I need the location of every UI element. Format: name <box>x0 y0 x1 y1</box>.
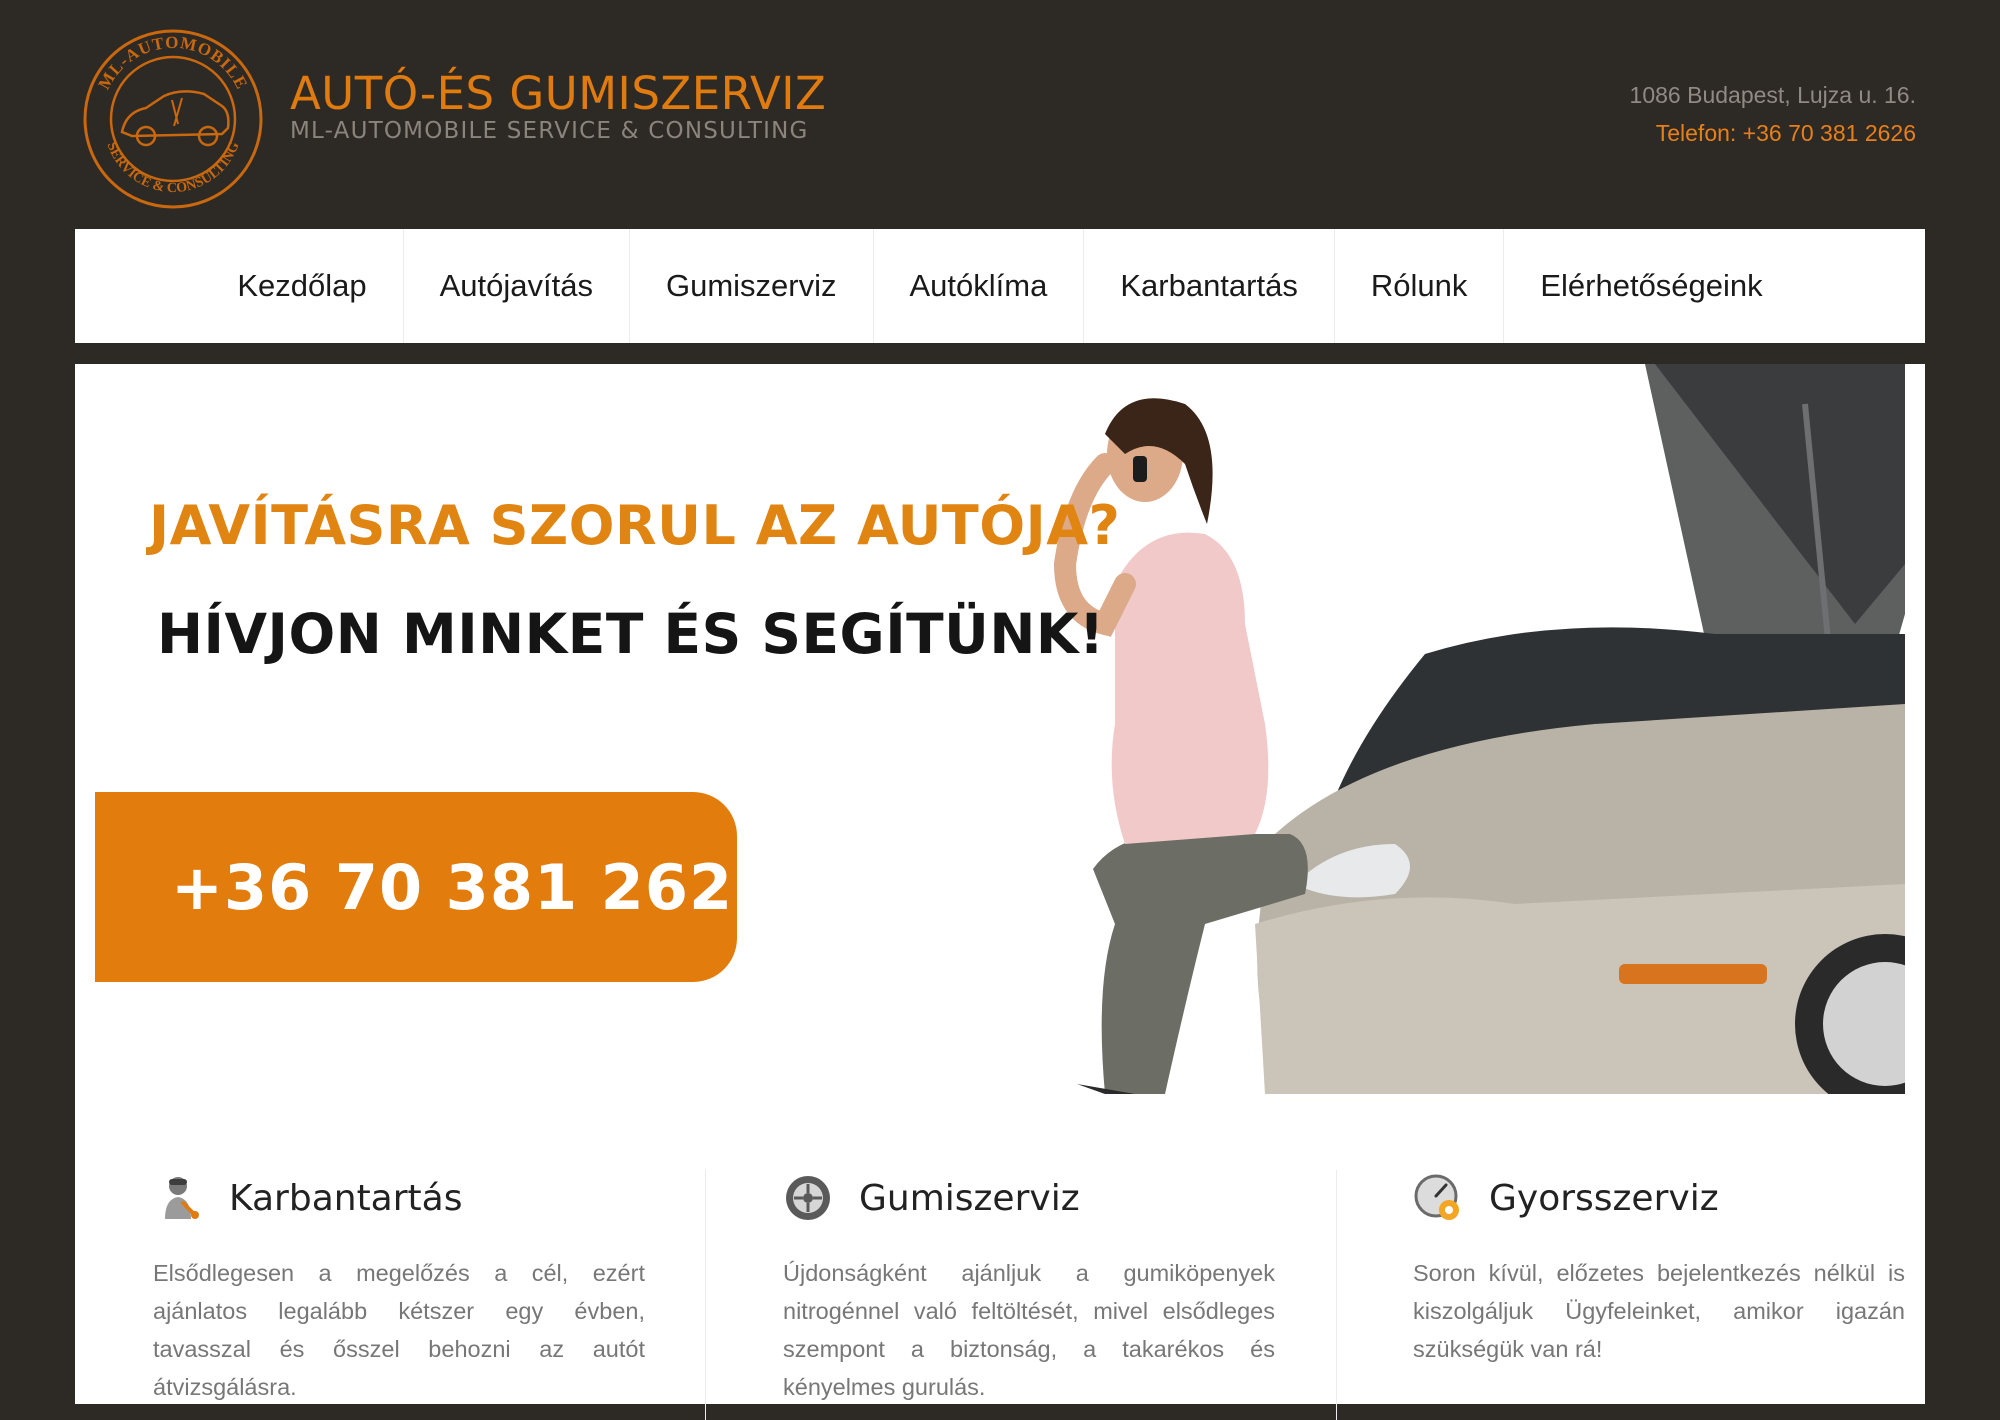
feature-header: Gyorsszerviz <box>1413 1170 1905 1226</box>
site-title[interactable]: AUTÓ-ÉS GUMISZERVIZ <box>290 68 826 120</box>
speedometer-icon <box>1414 1174 1459 1220</box>
feature-divider <box>1336 1170 1337 1420</box>
features-section: Karbantartás Elsődlegesen a megelőzés a … <box>75 1170 1925 1420</box>
feature-card: Gyorsszerviz Soron kívül, előzetes bejel… <box>1413 1170 1905 1368</box>
feature-text: Újdonságként ajánljuk a gumiköpenyek nit… <box>783 1260 1275 1400</box>
feature-card: Gumiszerviz Újdonságként ajánljuk a gumi… <box>783 1170 1275 1406</box>
main-content: JAVÍTÁSRA SZORUL AZ AUTÓJA? HÍVJON MINKE… <box>75 364 1925 1420</box>
main-nav: Kezdőlap Autójavítás Gumiszerviz Autóklí… <box>75 229 1925 343</box>
hero-headline: JAVÍTÁSRA SZORUL AZ AUTÓJA? <box>149 494 1121 557</box>
site-header: ML-AUTOMOBILE SERVICE & CONSULTING AUTÓ-… <box>0 0 2000 228</box>
nav-item-kezdolap[interactable]: Kezdőlap <box>201 229 402 343</box>
address-text: 1086 Budapest, Lujza u. 16. <box>1629 82 1916 108</box>
site-branding: AUTÓ-ÉS GUMISZERVIZ ML-AUTOMOBILE SERVIC… <box>290 68 826 146</box>
hero-image <box>1053 364 1905 1094</box>
nav-item-autojavitas[interactable]: Autójavítás <box>402 229 629 343</box>
svg-text:SERVICE & CONSULTING: SERVICE & CONSULTING <box>103 140 242 196</box>
feature-title: Karbantartás <box>229 1177 463 1219</box>
header-contact: 1086 Budapest, Lujza u. 16. Telefon: +36… <box>1630 76 1916 152</box>
feature-text: Elsődlegesen a megelőzés a cél, ezért aj… <box>153 1260 645 1400</box>
nav-item-elerhetosegeink[interactable]: Elérhetőségeink <box>1503 229 1798 343</box>
site-subtitle: ML-AUTOMOBILE SERVICE & CONSULTING <box>290 118 809 144</box>
feature-divider <box>705 1170 706 1420</box>
feature-header: Gumiszerviz <box>783 1170 1275 1226</box>
feature-card: Karbantartás Elsődlegesen a megelőzés a … <box>153 1170 645 1406</box>
mechanic-icon <box>165 1177 199 1219</box>
nav-item-karbantartas[interactable]: Karbantartás <box>1083 229 1334 343</box>
phone-text[interactable]: Telefon: +36 70 381 2626 <box>1630 114 1916 152</box>
feature-header: Karbantartás <box>153 1170 645 1226</box>
feature-title: Gyorsszerviz <box>1489 1177 1719 1219</box>
nav-item-autoklima[interactable]: Autóklíma <box>872 229 1084 343</box>
logo[interactable]: ML-AUTOMOBILE SERVICE & CONSULTING <box>82 28 264 210</box>
hero-banner: JAVÍTÁSRA SZORUL AZ AUTÓJA? HÍVJON MINKE… <box>75 364 1925 1094</box>
nav-item-gumiszerviz[interactable]: Gumiszerviz <box>628 229 873 343</box>
hero-subheadline: HÍVJON MINKET ÉS SEGÍTÜNK! <box>157 602 1105 666</box>
hero-phone-button[interactable]: +36 70 381 2626 <box>95 792 776 982</box>
svg-text:ML-AUTOMOBILE: ML-AUTOMOBILE <box>94 33 251 93</box>
hero-phone-label: +36 70 381 2626 <box>171 850 778 924</box>
wheel-icon <box>786 1176 830 1220</box>
nav-item-rolunk[interactable]: Rólunk <box>1333 229 1504 343</box>
feature-title: Gumiszerviz <box>859 1177 1080 1219</box>
feature-text: Soron kívül, előzetes bejelentkezés nélk… <box>1413 1260 1905 1362</box>
